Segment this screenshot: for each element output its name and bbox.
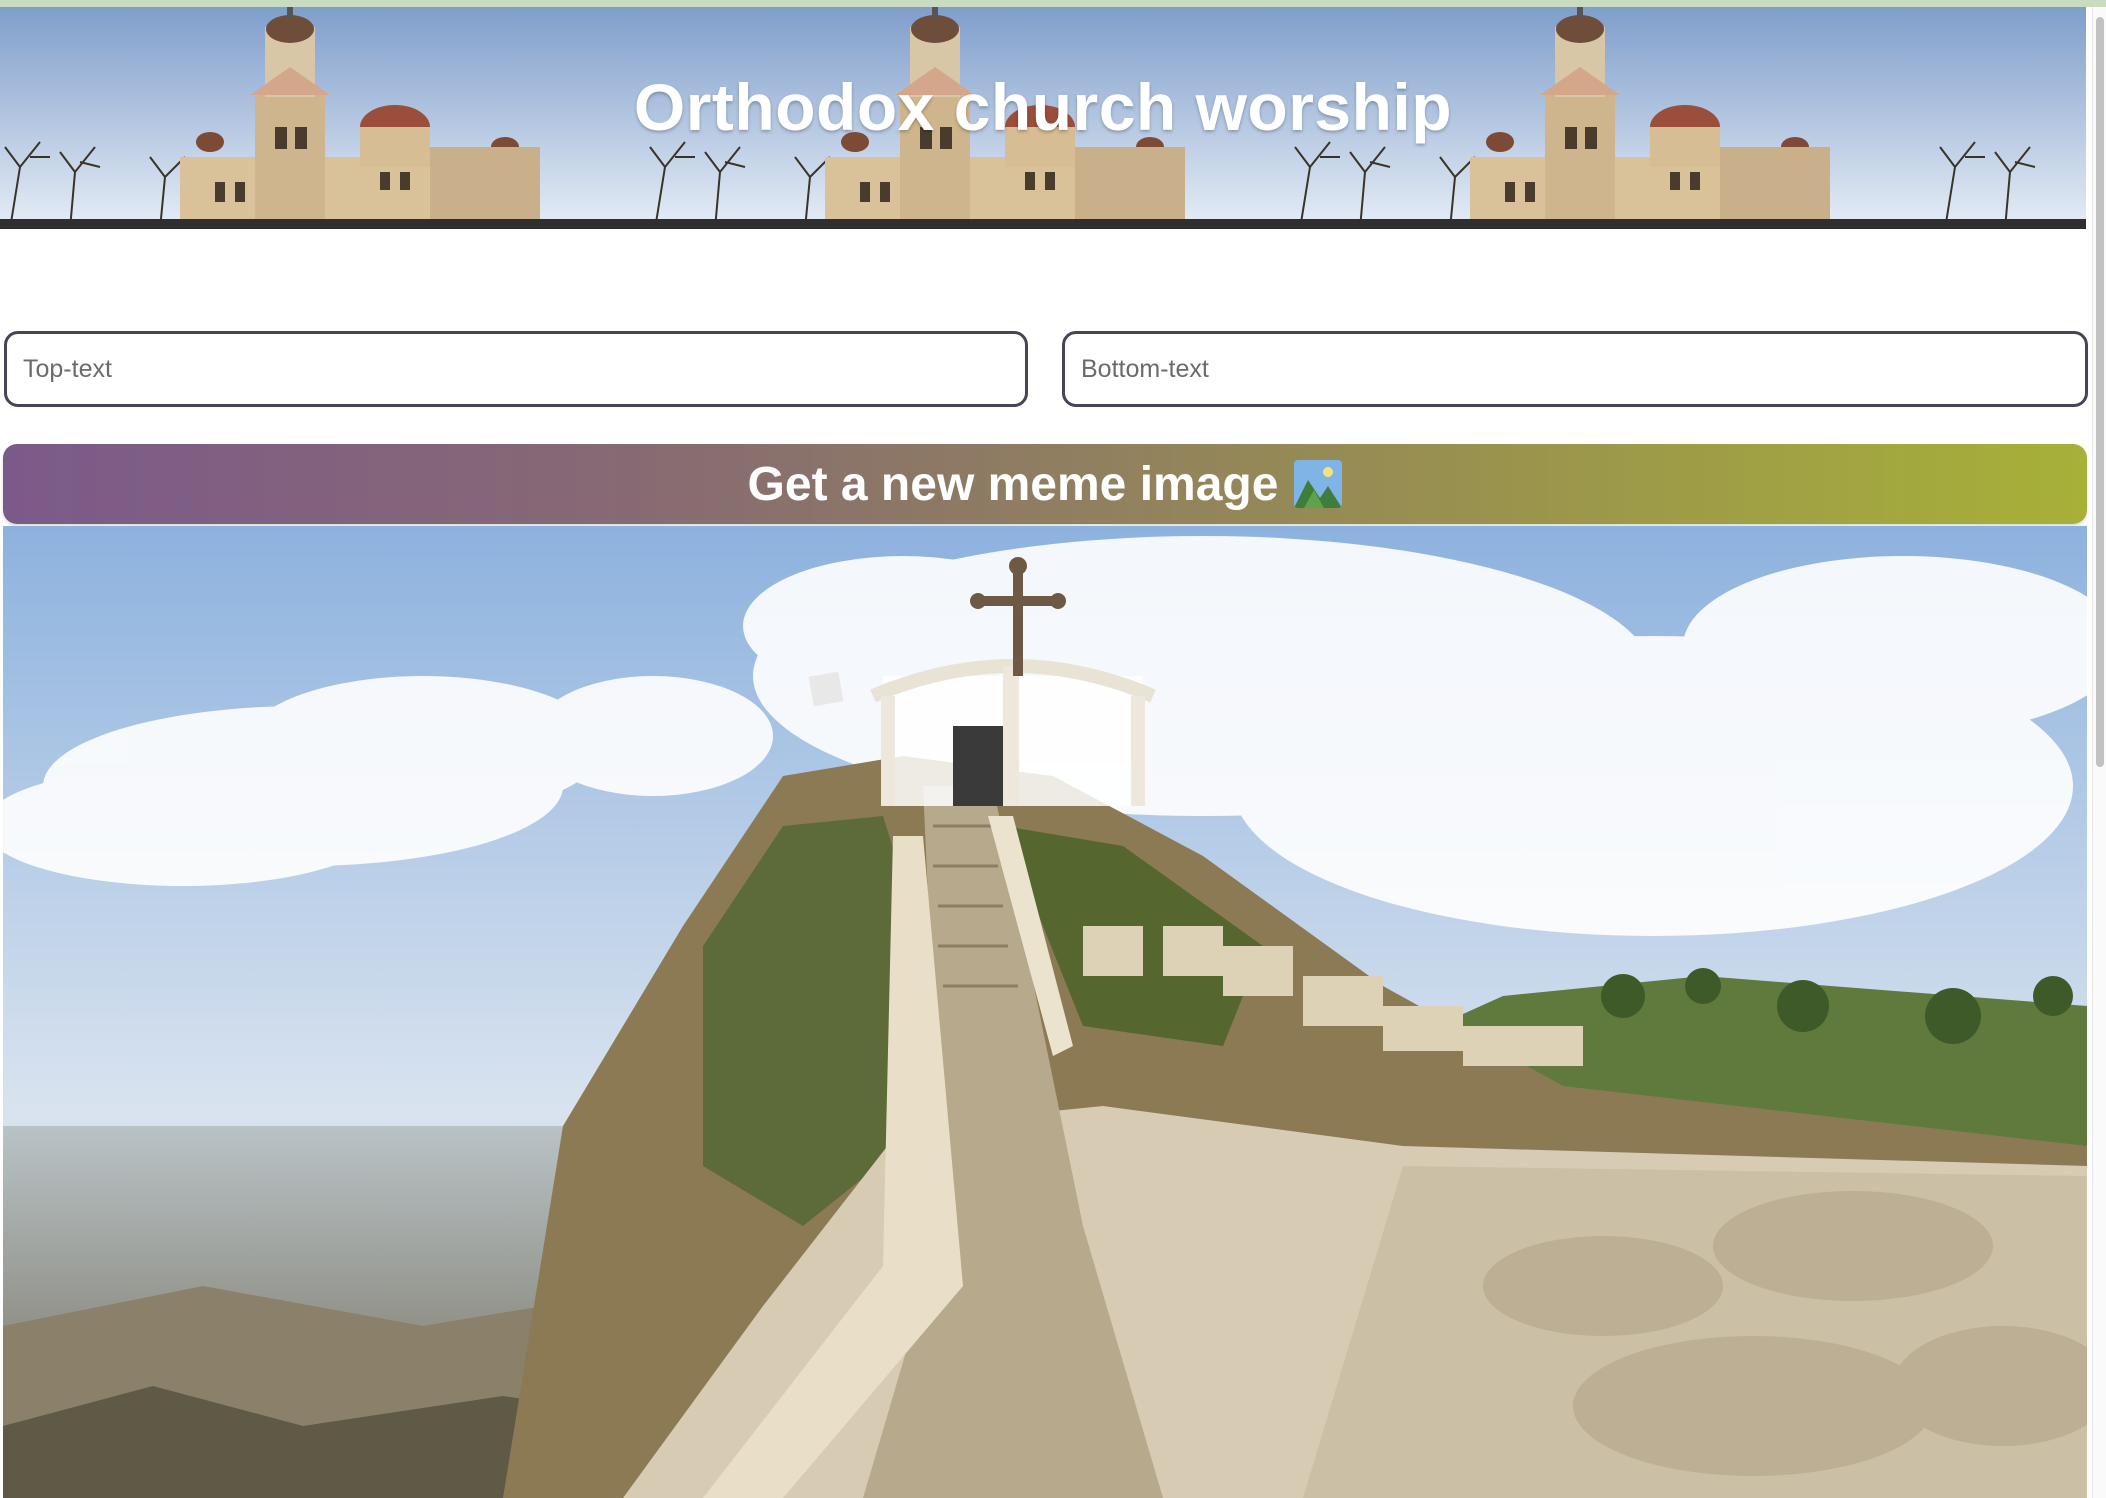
- header-banner: Orthodox church worship: [0, 7, 2086, 229]
- page-scrollbar[interactable]: [2092, 7, 2106, 1498]
- meme-image: [3, 526, 2087, 1498]
- bottom-text-input[interactable]: [1062, 331, 2088, 407]
- window-top-strip: [0, 0, 2106, 7]
- landscape-picture-icon: [1294, 460, 1343, 508]
- page-title: Orthodox church worship: [633, 70, 1453, 144]
- meme-button-label: Get a new meme image: [747, 457, 1279, 511]
- top-text-input[interactable]: [4, 331, 1028, 407]
- get-new-meme-button[interactable]: Get a new meme image: [3, 444, 2087, 524]
- scrollbar-thumb[interactable]: [2096, 17, 2104, 767]
